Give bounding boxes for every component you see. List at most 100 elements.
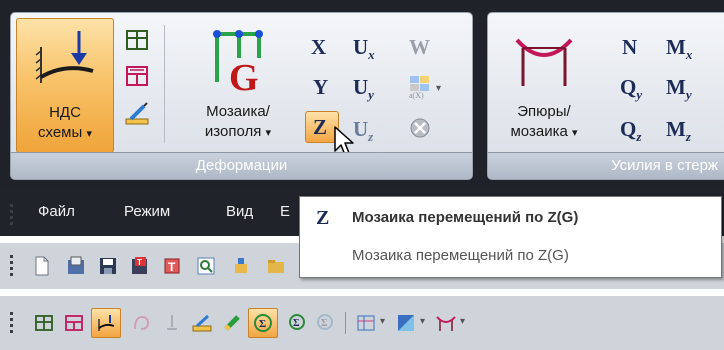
w-button[interactable]: W: [409, 35, 430, 59]
mz-sub: z: [685, 129, 691, 145]
qz-sub: z: [636, 129, 642, 145]
folder-icon[interactable]: [266, 256, 286, 276]
panel-separator: [164, 25, 165, 143]
save-as-icon[interactable]: T: [130, 256, 150, 276]
open-file-icon[interactable]: [66, 256, 86, 276]
dropdown-arrow-icon[interactable]: ▾: [460, 316, 465, 327]
qy-letter: Q: [620, 75, 637, 99]
grid-frame-icon[interactable]: [34, 313, 54, 333]
my-letter: M: [666, 75, 686, 99]
grid-frame-icon[interactable]: [124, 27, 150, 53]
deformed-beam-icon: [35, 31, 94, 83]
marker-icon[interactable]: [222, 313, 242, 333]
nds-button-line2: схемы ▾: [17, 123, 113, 144]
x-displacement-button[interactable]: X: [311, 35, 326, 59]
forces-panel-label: Усилия в стерж: [488, 152, 724, 179]
toolbar-separator: [345, 312, 346, 334]
svg-text:Σ: Σ: [293, 318, 300, 329]
uz-sub: z: [368, 129, 374, 145]
mx-letter: M: [666, 35, 686, 59]
menubar-grip[interactable]: [10, 204, 14, 228]
dropdown-arrow-icon: ▾: [265, 127, 272, 139]
ux-letter: U: [353, 35, 369, 59]
save-icon[interactable]: [98, 256, 118, 276]
mx-sub: x: [685, 47, 693, 63]
ux-rotation-button[interactable]: Ux: [353, 35, 375, 67]
epure-button-line2-text: мозаика: [510, 123, 568, 140]
n-force-button[interactable]: N: [622, 35, 637, 59]
deformed-beam-icon: [98, 315, 115, 331]
scale-grid-icon[interactable]: [356, 313, 376, 333]
qy-sub: y: [636, 87, 643, 103]
menu-view[interactable]: Вид: [226, 203, 253, 220]
sum-active-toggle[interactable]: Σ: [248, 308, 278, 338]
dropdown-arrow-icon[interactable]: ▾: [436, 83, 441, 94]
text-tool-icon[interactable]: T: [162, 256, 182, 276]
mosaic-isofields-button[interactable]: G Мозаика/ изополя ▾: [179, 18, 297, 153]
nds-active-toggle[interactable]: [91, 308, 121, 338]
svg-text:T: T: [137, 258, 142, 267]
svg-text:G: G: [229, 57, 259, 94]
color-fill-icon[interactable]: [396, 313, 416, 333]
ux-sub: x: [368, 47, 375, 63]
dropdown-arrow-icon[interactable]: ▾: [380, 316, 385, 327]
curve-icon[interactable]: [132, 313, 152, 333]
qy-force-button[interactable]: Qy: [620, 75, 642, 107]
sum-ab-icon[interactable]: Σ: [288, 313, 308, 333]
dropdown-arrow-icon: ▾: [571, 127, 578, 139]
mosaic-button-line1: Мозаика/: [206, 103, 270, 120]
dropdown-arrow-icon[interactable]: ▾: [420, 316, 425, 327]
frame-red-icon[interactable]: [124, 63, 150, 89]
dropdown-arrow-icon: ▾: [86, 128, 92, 140]
my-sub: y: [685, 87, 692, 103]
uy-letter: U: [353, 75, 369, 99]
menu-file[interactable]: Файл: [38, 203, 75, 220]
qz-force-button[interactable]: Qz: [620, 117, 641, 149]
mz-letter: M: [666, 117, 686, 141]
tooltip-title: Мозаика перемещений по Z(G): [352, 209, 579, 226]
frame-red-icon[interactable]: [64, 313, 84, 333]
epure-mosaic-button[interactable]: Эпюры/ мозаика ▾: [493, 18, 595, 153]
paint-tool-icon[interactable]: [232, 256, 252, 276]
analysis-toolbar: Σ Σ Σ ▾ ▾ ▾: [0, 296, 724, 350]
new-file-icon[interactable]: [32, 256, 52, 276]
svg-text:T: T: [168, 260, 176, 274]
mosaic-g-icon: G: [213, 30, 263, 94]
toolbar-grip[interactable]: [10, 312, 14, 336]
tooltip: Z Мозаика перемещений по Z(G) Мозаика пе…: [299, 196, 722, 278]
preview-zoom-icon[interactable]: [196, 256, 216, 276]
pencil-ruler-icon[interactable]: [124, 101, 150, 127]
epure-diagram-icon: [515, 38, 573, 86]
mz-moment-button[interactable]: Mz: [666, 117, 691, 149]
mosaic-button-line2: изополя ▾: [179, 122, 297, 143]
z-letter: Z: [313, 115, 328, 139]
nds-schemes-button[interactable]: НДС схемы ▾: [16, 18, 114, 153]
nds-button-line1: НДС: [49, 104, 81, 121]
reset-circle-icon[interactable]: [409, 117, 431, 139]
mx-moment-button[interactable]: Mx: [666, 35, 692, 67]
epure-button-line2: мозаика ▾: [493, 122, 595, 143]
ribbon: НДС схемы ▾ G Мозаика/ изополя ▾ X Ux W …: [0, 0, 724, 190]
menu-edit[interactable]: E: [280, 203, 290, 220]
uy-rotation-button[interactable]: Uy: [353, 75, 374, 107]
deformations-panel-label: Деформации: [11, 152, 472, 179]
ax-function-button[interactable]: a(X): [409, 75, 431, 100]
tooltip-z-icon: Z: [316, 207, 330, 229]
pencil-ruler-icon[interactable]: [192, 313, 212, 333]
toolbar-grip[interactable]: [10, 255, 14, 279]
y-displacement-button[interactable]: Y: [313, 75, 328, 99]
my-moment-button[interactable]: My: [666, 75, 692, 107]
svg-text:Σ: Σ: [259, 318, 266, 330]
menu-mode[interactable]: Режим: [124, 203, 170, 220]
ax-label: a(X): [409, 91, 424, 100]
deformations-panel: НДС схемы ▾ G Мозаика/ изополя ▾ X Ux W …: [10, 12, 473, 180]
svg-text:Σ: Σ: [321, 318, 328, 329]
uy-sub: y: [368, 87, 374, 103]
sum-disabled-icon[interactable]: Σ: [316, 313, 336, 333]
nds-button-line2-text: схемы: [38, 124, 83, 141]
support-icon[interactable]: [162, 313, 182, 333]
forces-panel: Эпюры/ мозаика ▾ N Mx Qy My Qz Mz Усилия…: [487, 12, 724, 180]
sum-arrows-icon: Σ: [254, 314, 272, 332]
epure-diagram-icon[interactable]: [436, 313, 456, 333]
tooltip-description: Мозаика перемещений по Z(G): [352, 247, 569, 264]
